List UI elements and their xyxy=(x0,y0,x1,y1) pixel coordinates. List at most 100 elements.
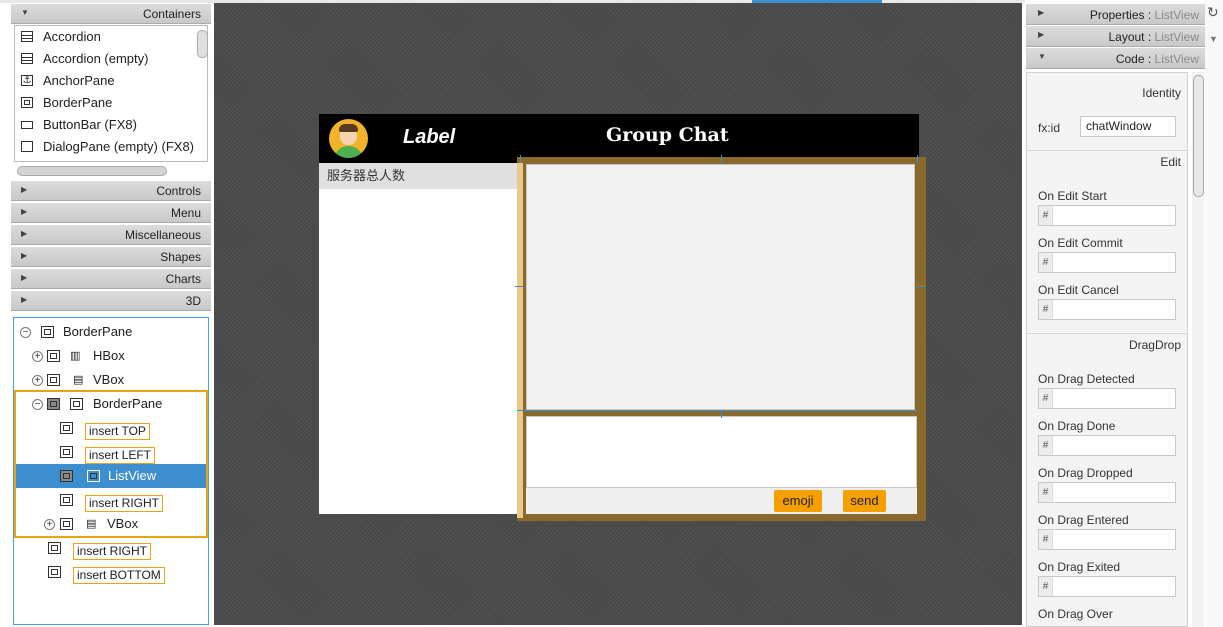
section-label: Menu xyxy=(170,206,201,220)
header-label: Layout xyxy=(1108,30,1145,44)
header-type: ListView xyxy=(1154,52,1199,66)
library-section-miscellaneous[interactable]: ▶ Miscellaneous xyxy=(11,225,211,245)
section-label: Miscellaneous xyxy=(124,228,201,242)
collapse-icon: − xyxy=(32,399,43,410)
on-edit-cancel-label: On Edit Cancel xyxy=(1038,283,1119,297)
section-label: Controls xyxy=(156,184,201,198)
chat-message-list[interactable] xyxy=(526,164,915,410)
chevron-down-icon[interactable]: ▼ xyxy=(1209,34,1218,44)
accordion-icon xyxy=(21,31,33,42)
chat-header: Label Group Chat xyxy=(319,114,919,163)
node-icon xyxy=(60,494,73,506)
guide-tick xyxy=(520,155,521,163)
on-edit-cancel-input[interactable]: # xyxy=(1038,299,1176,320)
emoji-button[interactable]: emoji xyxy=(774,490,822,512)
accordion-icon xyxy=(21,53,33,64)
node-icon xyxy=(47,350,60,362)
library-item-buttonbar[interactable]: ButtonBar (FX8) xyxy=(15,114,207,136)
code-header[interactable]: ▼ Code : ListView xyxy=(1026,48,1207,69)
on-drag-entered-input[interactable]: # xyxy=(1038,529,1176,550)
library-section-menu[interactable]: ▶ Menu xyxy=(11,203,211,223)
layout-header[interactable]: ▶ Layout : ListView xyxy=(1026,26,1207,47)
insert-right-label: insert RIGHT xyxy=(85,495,164,512)
edit-section-title: Edit xyxy=(1027,150,1187,172)
left-panel: ▼ Containers Accordion Accordion (empty)… xyxy=(11,0,211,627)
tree-node-label: HBox xyxy=(93,348,125,363)
username-label: Label xyxy=(403,126,456,148)
insert-bottom-label: insert BOTTOM xyxy=(73,567,165,584)
library-section-shapes[interactable]: ▶ Shapes xyxy=(11,247,211,267)
section-label: Containers xyxy=(142,7,201,21)
button-bar: emoji send xyxy=(526,488,917,514)
library-item-anchorpane[interactable]: ⚓ AnchorPane xyxy=(15,70,207,92)
borderpane-icon xyxy=(21,97,33,108)
on-drag-exited-input[interactable]: # xyxy=(1038,576,1176,597)
node-icon xyxy=(60,422,73,434)
library-item-label: BorderPane xyxy=(43,95,113,110)
chat-preview[interactable]: Label Group Chat 服务器总人数 emoji send xyxy=(319,114,926,521)
node-icon xyxy=(60,446,73,458)
expand-icon: + xyxy=(32,351,43,362)
collapsed-triangle-icon: ▶ xyxy=(1038,30,1045,39)
tree-node-label: BorderPane xyxy=(93,396,163,411)
message-input[interactable] xyxy=(526,416,917,488)
far-right-strip: ↻ ▼ xyxy=(1205,0,1223,627)
library-item-label: Accordion xyxy=(43,29,101,44)
guide-tick xyxy=(917,286,925,287)
inspector-scrollbar[interactable] xyxy=(1192,72,1204,627)
code-section-body: Identity fx:id chatWindow Edit On Edit S… xyxy=(1026,72,1188,627)
hash-prefix: # xyxy=(1039,483,1053,502)
server-count-label: 服务器总人数 xyxy=(319,163,517,189)
header-type: ListView xyxy=(1154,30,1199,44)
header-type: ListView xyxy=(1154,8,1199,22)
guide-tick xyxy=(721,410,722,418)
library-horizontal-scrollbar[interactable] xyxy=(17,166,167,176)
borderpane-icon xyxy=(70,398,83,410)
library-item-accordion-empty[interactable]: Accordion (empty) xyxy=(15,48,207,70)
borderpane-icon xyxy=(41,326,54,338)
hierarchy-tree: − BorderPane + ▥ HBox + ▤ VBox − BorderP… xyxy=(13,317,209,625)
library-vertical-scrollbar[interactable] xyxy=(197,30,208,58)
hash-prefix: # xyxy=(1039,253,1053,272)
node-icon xyxy=(48,542,61,554)
on-drag-done-input[interactable]: # xyxy=(1038,435,1176,456)
guide-tick xyxy=(515,286,523,287)
inspector-panel: ▶ Properties : ListView ▶ Layout : ListV… xyxy=(1025,0,1223,627)
library-item-accordion[interactable]: Accordion xyxy=(15,26,207,48)
hbox-icon: ▥ xyxy=(70,350,81,362)
section-label: Shapes xyxy=(160,250,201,264)
collapsed-triangle-icon: ▶ xyxy=(21,229,28,238)
library-item-label: ButtonBar (FX8) xyxy=(43,117,137,132)
guide-tick xyxy=(721,155,722,163)
avatar[interactable] xyxy=(329,119,368,158)
on-drag-exited-label: On Drag Exited xyxy=(1038,560,1121,574)
insert-right-label: insert RIGHT xyxy=(73,543,152,560)
dialogpane-icon xyxy=(21,141,33,152)
refresh-icon[interactable]: ↻ xyxy=(1207,4,1219,21)
library-item-borderpane[interactable]: BorderPane xyxy=(15,92,207,114)
node-icon xyxy=(47,398,60,410)
fxid-input[interactable]: chatWindow xyxy=(1080,116,1176,137)
expanded-triangle-icon: ▼ xyxy=(21,8,29,17)
on-drag-done-label: On Drag Done xyxy=(1038,419,1116,433)
avatar-body xyxy=(334,146,363,158)
library-section-containers[interactable]: ▼ Containers xyxy=(11,4,211,24)
on-edit-start-input[interactable]: # xyxy=(1038,205,1176,226)
library-section-3d[interactable]: ▶ 3D xyxy=(11,291,211,311)
properties-header[interactable]: ▶ Properties : ListView xyxy=(1026,4,1207,25)
on-edit-commit-input[interactable]: # xyxy=(1038,252,1176,273)
library-section-charts[interactable]: ▶ Charts xyxy=(11,269,211,289)
hash-prefix: # xyxy=(1039,436,1053,455)
collapsed-triangle-icon: ▶ xyxy=(21,207,28,216)
on-drag-dropped-label: On Drag Dropped xyxy=(1038,466,1133,480)
send-button[interactable]: send xyxy=(843,490,886,512)
scrollbar-thumb[interactable] xyxy=(1193,75,1204,197)
on-drag-detected-input[interactable]: # xyxy=(1038,388,1176,409)
library-section-controls[interactable]: ▶ Controls xyxy=(11,181,211,201)
guide-tick xyxy=(917,155,918,163)
expand-icon: + xyxy=(32,375,43,386)
tree-node-label: ListView xyxy=(108,468,157,483)
on-drag-dropped-input[interactable]: # xyxy=(1038,482,1176,503)
expanded-triangle-icon: ▼ xyxy=(1038,52,1046,61)
library-item-dialogpane[interactable]: DialogPane (empty) (FX8) xyxy=(15,136,207,158)
